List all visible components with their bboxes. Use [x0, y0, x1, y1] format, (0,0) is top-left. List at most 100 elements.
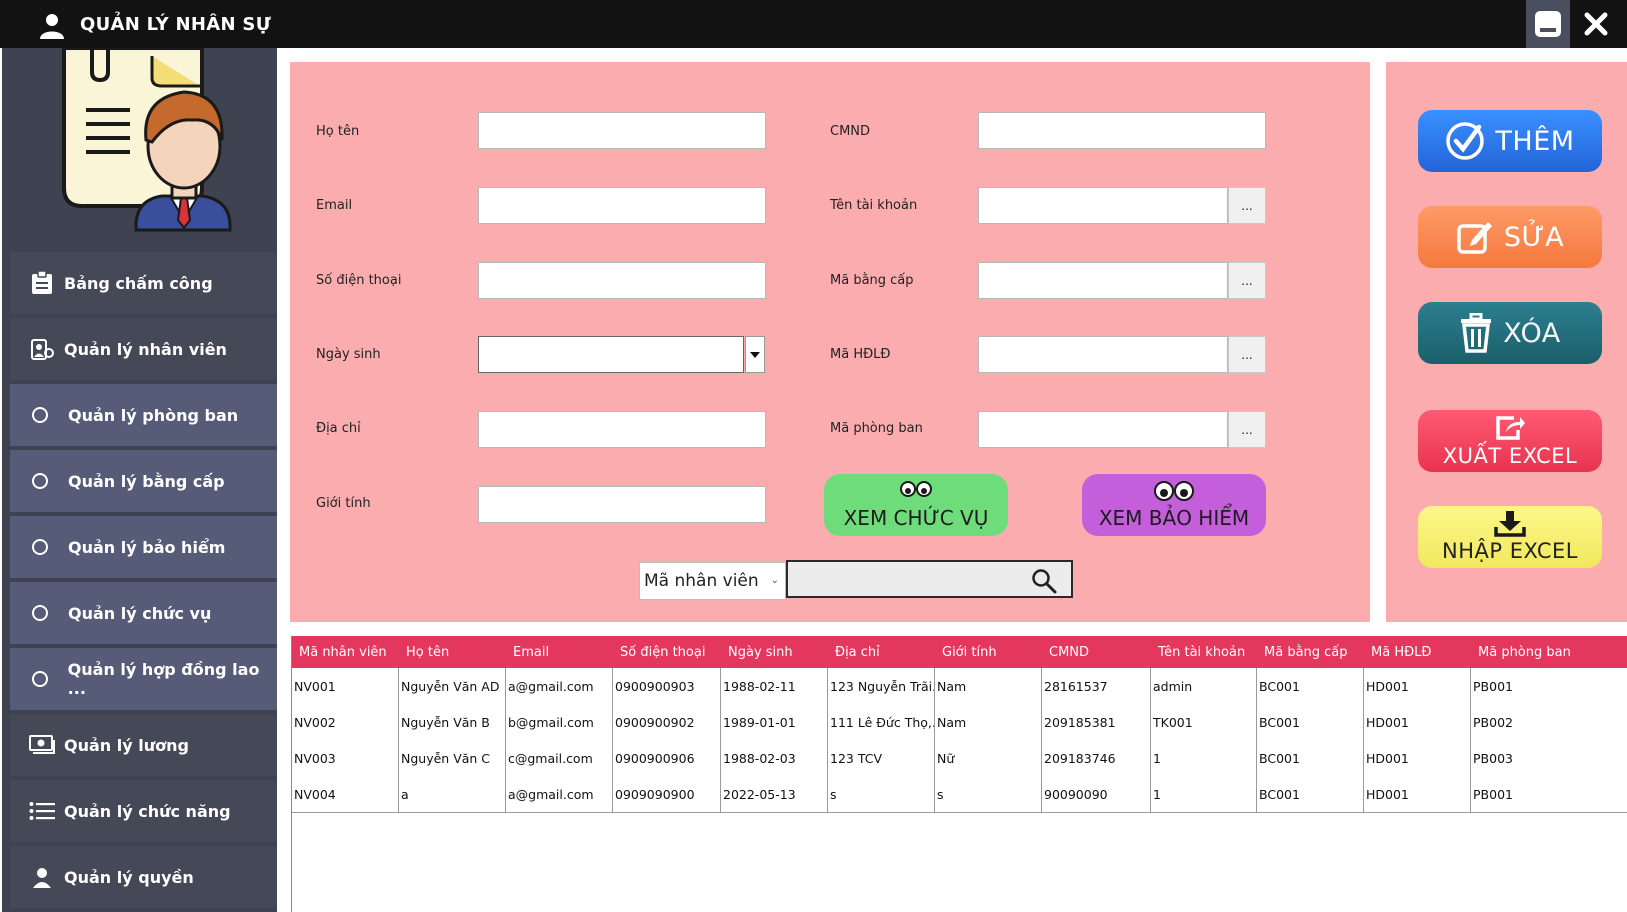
ten-tai-khoan-browse-button[interactable]: ...: [1228, 187, 1266, 224]
table-cell[interactable]: b@gmail.com: [506, 704, 613, 741]
column-header[interactable]: Giới tính: [942, 645, 997, 660]
table-cell[interactable]: Nguyễn Văn B: [399, 704, 506, 741]
column-header[interactable]: CMND: [1049, 645, 1089, 660]
table-cell[interactable]: NV004: [292, 776, 399, 813]
sua-button[interactable]: SỬA: [1418, 206, 1602, 268]
minimize-button[interactable]: [1526, 0, 1570, 48]
email-input[interactable]: [478, 187, 766, 224]
table-cell[interactable]: 0900900906: [613, 740, 721, 777]
search-input[interactable]: [786, 560, 1073, 598]
table-cell[interactable]: s: [828, 776, 935, 813]
column-header[interactable]: Mã phòng ban: [1478, 645, 1571, 660]
table-row[interactable]: NV001 Nguyễn Văn AD a@gmail.com 0900900903 1…: [292, 668, 1627, 705]
dia-chi-input[interactable]: [478, 411, 766, 448]
column-header[interactable]: Địa chỉ: [835, 645, 880, 660]
column-header[interactable]: Số điện thoại: [620, 645, 705, 660]
table-cell[interactable]: HD001: [1364, 740, 1471, 777]
table-cell[interactable]: NV003: [292, 740, 399, 777]
table-row[interactable]: NV002 Nguyễn Văn Bb@gmail.com 0900900902 19…: [292, 704, 1627, 741]
sidebar-item-quan-ly-chuc-vu[interactable]: Quản lý chức vụ: [10, 582, 277, 644]
table-cell[interactable]: 1988-02-03: [721, 740, 828, 777]
table-cell[interactable]: TK001: [1151, 704, 1257, 741]
table-cell[interactable]: Nữ: [935, 740, 1042, 777]
table-cell[interactable]: admin: [1151, 668, 1257, 705]
table-cell[interactable]: 209185381: [1042, 704, 1151, 741]
xem-chuc-vu-button[interactable]: XEM CHỨC VỤ: [824, 474, 1008, 536]
sidebar-item-quan-ly-luong[interactable]: Quản lý lương: [10, 714, 277, 776]
table-cell[interactable]: 0909090900: [613, 776, 721, 813]
search-icon[interactable]: [1031, 568, 1057, 594]
sidebar-item-quan-ly-hop-dong[interactable]: Quản lý hợp đồng lao ...: [10, 648, 277, 710]
table-cell[interactable]: BC001: [1257, 776, 1364, 813]
table-cell[interactable]: Nguyễn Văn AD: [399, 668, 506, 705]
table-cell[interactable]: HD001: [1364, 668, 1471, 705]
column-header[interactable]: Email: [513, 645, 549, 660]
ma-phong-ban-browse-button[interactable]: ...: [1228, 411, 1266, 448]
table-cell[interactable]: NV001: [292, 668, 399, 705]
table-cell[interactable]: 1988-02-11: [721, 668, 828, 705]
column-header[interactable]: Mã HĐLĐ: [1371, 645, 1431, 660]
table-cell[interactable]: HD001: [1364, 704, 1471, 741]
so-dien-thoai-input[interactable]: [478, 262, 766, 299]
table-cell[interactable]: a@gmail.com: [506, 776, 613, 813]
sidebar-item-quan-ly-nhan-vien[interactable]: Quản lý nhân viên: [10, 318, 277, 380]
column-header[interactable]: Mã bằng cấp: [1264, 645, 1348, 660]
ma-hdld-browse-button[interactable]: ...: [1228, 336, 1266, 373]
column-header[interactable]: Tên tài khoản: [1158, 645, 1245, 660]
sidebar-item-bang-cham-cong[interactable]: Bảng chấm công: [10, 252, 277, 314]
table-cell[interactable]: 1: [1151, 776, 1257, 813]
table-cell[interactable]: 123 TCV: [828, 740, 935, 777]
ngay-sinh-date-picker[interactable]: [478, 336, 744, 373]
ma-bang-cap-browse-button[interactable]: ...: [1228, 262, 1266, 299]
search-field-select[interactable]: Mã nhân viên ⌄: [639, 562, 786, 600]
table-cell[interactable]: 90090090: [1042, 776, 1151, 813]
sidebar-item-quan-ly-bang-cap[interactable]: Quản lý bằng cấp: [10, 450, 277, 512]
sidebar-item-quan-ly-bao-hiem[interactable]: Quản lý bảo hiểm: [10, 516, 277, 578]
table-cell[interactable]: PB003: [1471, 740, 1627, 777]
ten-tai-khoan-input[interactable]: [978, 187, 1228, 224]
ho-ten-input[interactable]: [478, 112, 766, 149]
table-cell[interactable]: 1: [1151, 740, 1257, 777]
table-cell[interactable]: HD001: [1364, 776, 1471, 813]
nhap-excel-button[interactable]: NHẬP EXCEL: [1418, 506, 1602, 568]
gioi-tinh-input[interactable]: [478, 486, 766, 523]
table-cell[interactable]: Nam: [935, 704, 1042, 741]
table-cell[interactable]: Nguyễn Văn C: [399, 740, 506, 777]
ma-bang-cap-input[interactable]: [978, 262, 1228, 299]
table-cell[interactable]: BC001: [1257, 704, 1364, 741]
table-cell[interactable]: 2022-05-13: [721, 776, 828, 813]
ma-phong-ban-input[interactable]: [978, 411, 1228, 448]
table-cell[interactable]: 0900900902: [613, 704, 721, 741]
table-cell[interactable]: c@gmail.com: [506, 740, 613, 777]
table-cell[interactable]: BC001: [1257, 740, 1364, 777]
close-button[interactable]: [1574, 0, 1618, 48]
table-cell[interactable]: BC001: [1257, 668, 1364, 705]
table-row[interactable]: NV003 Nguyễn Văn Cc@gmail.com 0900900906 19…: [292, 740, 1627, 777]
table-cell[interactable]: PB001: [1471, 776, 1627, 813]
ngay-sinh-dropdown-button[interactable]: [745, 336, 765, 373]
xoa-button[interactable]: XÓA: [1418, 302, 1602, 364]
table-cell[interactable]: 123 Nguyễn Trãi...: [828, 668, 935, 705]
table-cell[interactable]: 28161537: [1042, 668, 1151, 705]
them-button[interactable]: THÊM: [1418, 110, 1602, 172]
cmnd-input[interactable]: [978, 112, 1266, 149]
table-cell[interactable]: PB002: [1471, 704, 1627, 741]
sidebar-item-quan-ly-phong-ban[interactable]: Quản lý phòng ban: [10, 384, 277, 446]
xem-bao-hiem-button[interactable]: XEM BẢO HIỂM: [1082, 474, 1266, 536]
table-cell[interactable]: 111 Lê Đức Thọ,...: [828, 704, 935, 741]
table-cell[interactable]: s: [935, 776, 1042, 813]
table-cell[interactable]: NV002: [292, 704, 399, 741]
column-header[interactable]: Mã nhân viên: [299, 645, 387, 660]
column-header[interactable]: Họ tên: [406, 645, 449, 660]
table-cell[interactable]: 1989-01-01: [721, 704, 828, 741]
sidebar-item-quan-ly-quyen[interactable]: Quản lý quyền: [10, 846, 277, 908]
table-cell[interactable]: a: [399, 776, 506, 813]
table-cell[interactable]: Nam: [935, 668, 1042, 705]
ma-hdld-input[interactable]: [978, 336, 1228, 373]
table-cell[interactable]: a@gmail.com: [506, 668, 613, 705]
xuat-excel-button[interactable]: XUẤT EXCEL: [1418, 410, 1602, 472]
column-header[interactable]: Ngày sinh: [728, 645, 793, 660]
table-row[interactable]: NV004 a a@gmail.com 0909090900 2022-05-13 s s 9…: [292, 776, 1627, 813]
sidebar-item-quan-ly-chuc-nang[interactable]: Quản lý chức năng: [10, 780, 277, 842]
table-cell[interactable]: 209183746: [1042, 740, 1151, 777]
